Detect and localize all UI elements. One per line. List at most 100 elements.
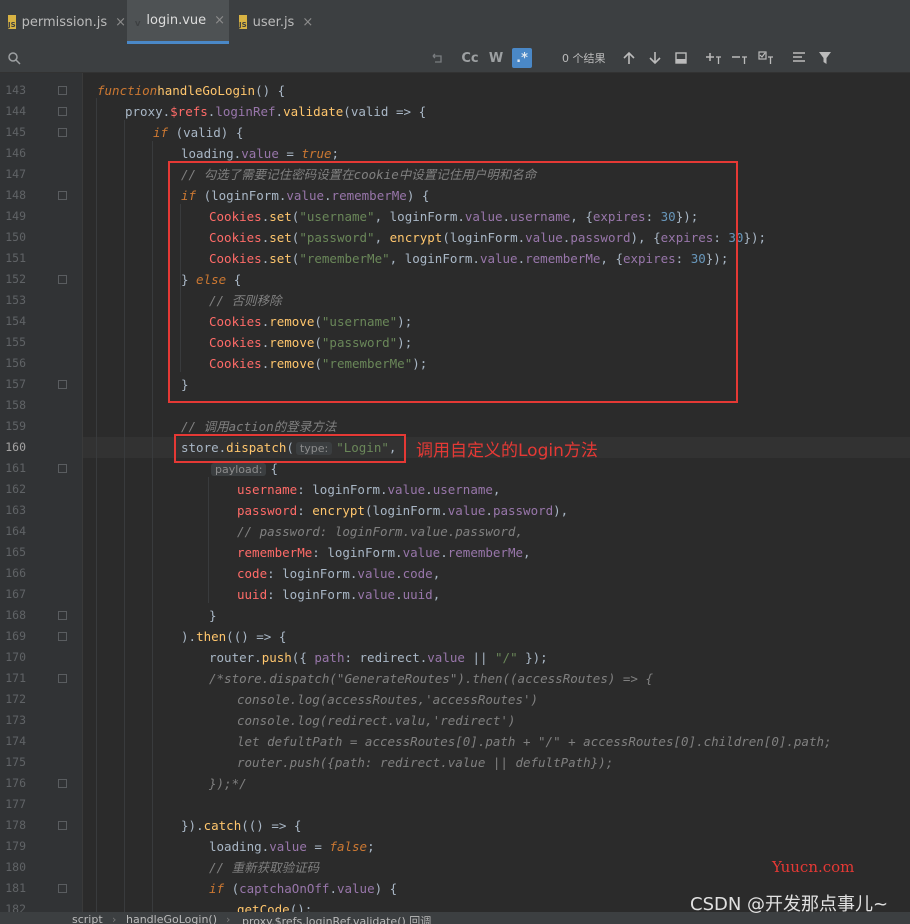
code-token: ), — [553, 503, 569, 518]
code-line[interactable]: if (captchaOnOff.value) { — [209, 878, 397, 899]
code-line[interactable]: });*/ — [209, 773, 247, 794]
code-line[interactable]: let defultPath = accessRoutes[0].path + … — [237, 731, 832, 752]
code-line[interactable]: if (valid) { — [153, 122, 243, 143]
remove-occurrence-icon[interactable] — [730, 48, 750, 68]
code-token: . — [395, 566, 403, 581]
code-line[interactable]: uuid: loginForm.value.uuid, — [237, 584, 440, 605]
arrow-down-icon[interactable] — [646, 48, 664, 68]
code-line[interactable]: loading.value = false; — [209, 836, 375, 857]
code-line[interactable]: // 重新获取验证码 — [209, 857, 319, 878]
code-token: value — [357, 587, 396, 602]
fold-marker-icon[interactable] — [58, 611, 67, 620]
match-case-button[interactable]: Cc — [460, 48, 480, 68]
watermark-author: CSDN @开发那点事儿~ — [690, 894, 889, 915]
code-token: ) { — [374, 881, 398, 896]
code-token: router.push({path: redirect.value || def… — [237, 755, 614, 770]
fold-marker-icon[interactable] — [58, 821, 67, 830]
line-number: 169 — [5, 629, 26, 643]
add-occurrence-icon[interactable] — [704, 48, 724, 68]
code-line[interactable]: }).catch(() => { — [181, 815, 301, 836]
code-token: loginRef — [215, 104, 276, 119]
code-line[interactable]: console.log(accessRoutes,'accessRoutes') — [237, 689, 538, 710]
breadcrumb-item[interactable]: script — [72, 913, 103, 924]
code-token: (loginForm. — [364, 503, 448, 518]
line-number: 170 — [5, 650, 26, 664]
close-icon[interactable]: × — [115, 15, 126, 30]
code-token: if — [153, 125, 169, 140]
code-line[interactable]: router.push({ path: redirect.value || "/… — [209, 647, 548, 668]
code-token: , — [523, 545, 531, 560]
code-token: // 调用action的登录方法 — [181, 419, 337, 434]
chevron-right-icon: › — [226, 913, 231, 924]
regex-button[interactable]: .* — [512, 48, 532, 68]
whole-words-button[interactable]: W — [486, 48, 506, 68]
fold-marker-icon[interactable] — [58, 107, 67, 116]
tab-permission-js[interactable]: JS permission.js × — [0, 0, 126, 44]
fold-marker-icon[interactable] — [58, 674, 67, 683]
line-number: 144 — [5, 104, 26, 118]
code-line[interactable]: } — [209, 605, 217, 626]
code-token: console.log(accessRoutes,'accessRoutes') — [237, 692, 539, 707]
breadcrumb-item[interactable]: proxy.$refs.loginRef.validate() 回调 — [242, 913, 431, 924]
code-line[interactable]: password: encrypt(loginForm.value.passwo… — [237, 500, 568, 521]
line-number: 163 — [5, 503, 26, 517]
breadcrumb-item[interactable]: handleGoLogin() — [126, 913, 217, 924]
search-icon[interactable] — [6, 48, 22, 68]
fold-marker-icon[interactable] — [58, 86, 67, 95]
code-token: catch — [203, 818, 242, 833]
code-token: = — [306, 839, 330, 854]
code-line[interactable]: router.push({path: redirect.value || def… — [237, 752, 613, 773]
code-line[interactable]: functionhandleGoLogin() { — [97, 80, 285, 101]
funnel-icon[interactable] — [816, 48, 834, 68]
tab-login-vue[interactable]: V login.vue × — [127, 0, 229, 44]
tab-user-js[interactable]: JS user.js × — [231, 0, 317, 44]
fold-marker-icon[interactable] — [58, 632, 67, 641]
fold-marker-icon[interactable] — [58, 380, 67, 389]
code-line[interactable]: ).then(() => { — [181, 626, 286, 647]
code-line[interactable]: console.log(redirect.valu,'redirect') — [237, 710, 515, 731]
code-token: : loginForm. — [267, 566, 358, 581]
code-token: valid — [350, 104, 389, 119]
fold-marker-icon[interactable] — [58, 275, 67, 284]
fold-marker-icon[interactable] — [58, 191, 67, 200]
arrow-up-icon[interactable] — [620, 48, 638, 68]
tab-label: login.vue — [146, 13, 207, 28]
js-file-icon: JS — [239, 15, 247, 29]
code-token: . — [395, 587, 403, 602]
fold-marker-icon[interactable] — [58, 779, 67, 788]
code-token: // password: loginForm.value.password, — [237, 524, 523, 539]
code-line[interactable]: username: loginForm.value.username, — [237, 479, 500, 500]
line-number: 153 — [5, 293, 26, 307]
code-token: console.log(redirect.valu,'redirect') — [237, 713, 516, 728]
code-token: ( — [343, 104, 351, 119]
code-line[interactable]: // password: loginForm.value.password, — [237, 521, 523, 542]
line-number: 145 — [5, 125, 26, 139]
code-line[interactable]: code: loginForm.value.code, — [237, 563, 440, 584]
code-token: value — [269, 839, 307, 854]
code-token: ) — [181, 629, 189, 644]
close-icon[interactable]: × — [302, 15, 313, 30]
tab-label: user.js — [252, 14, 295, 30]
select-all-occurrences-icon[interactable] — [756, 48, 776, 68]
code-line[interactable]: proxy.$refs.loginRef.validate(valid => { — [125, 101, 426, 122]
fold-marker-icon[interactable] — [58, 464, 67, 473]
close-icon[interactable]: × — [214, 13, 225, 28]
replace-history-icon[interactable] — [428, 48, 446, 68]
code-line[interactable]: /*store.dispatch("GenerateRoutes").then(… — [209, 668, 653, 689]
filter-options-icon[interactable] — [790, 48, 808, 68]
code-token: ) { — [220, 125, 244, 140]
line-number: 175 — [5, 755, 26, 769]
fold-marker-icon[interactable] — [58, 128, 67, 137]
line-number: 165 — [5, 545, 26, 559]
code-token: rememberMe — [447, 545, 524, 560]
code-token: push — [261, 650, 292, 665]
fold-marker-icon[interactable] — [58, 884, 67, 893]
code-line[interactable]: rememberMe: loginForm.value.rememberMe, — [237, 542, 531, 563]
open-in-window-icon[interactable] — [672, 48, 690, 68]
code-token: : loginForm. — [267, 587, 358, 602]
js-file-icon: JS — [8, 15, 16, 29]
code-token: value — [427, 650, 465, 665]
code-token: => { — [388, 104, 427, 119]
code-token: : loginForm. — [297, 482, 388, 497]
code-token: password — [237, 503, 298, 518]
